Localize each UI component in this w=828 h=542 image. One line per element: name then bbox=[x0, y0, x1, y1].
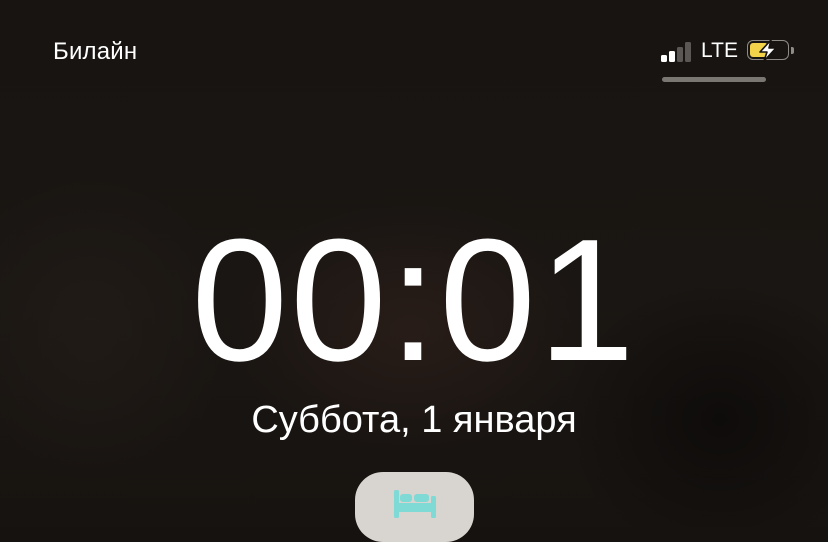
signal-bar bbox=[685, 42, 692, 62]
bolt-icon bbox=[759, 39, 777, 62]
signal-bar bbox=[677, 47, 684, 62]
signal-bar bbox=[669, 51, 676, 62]
status-indicators: LTE bbox=[661, 37, 794, 65]
battery-icon bbox=[747, 39, 794, 62]
signal-strength-icon bbox=[661, 40, 693, 62]
network-type: LTE bbox=[701, 39, 738, 62]
carrier-name: Билайн bbox=[53, 38, 138, 65]
bed-icon bbox=[393, 490, 436, 518]
lock-screen-time: 00:01 bbox=[191, 202, 637, 397]
lock-screen-date: Суббота, 1 января bbox=[251, 399, 577, 441]
battery-cap bbox=[791, 47, 794, 54]
signal-bar bbox=[661, 55, 668, 62]
control-center-grabber[interactable] bbox=[662, 77, 766, 82]
sleep-mode-button[interactable] bbox=[355, 472, 474, 542]
